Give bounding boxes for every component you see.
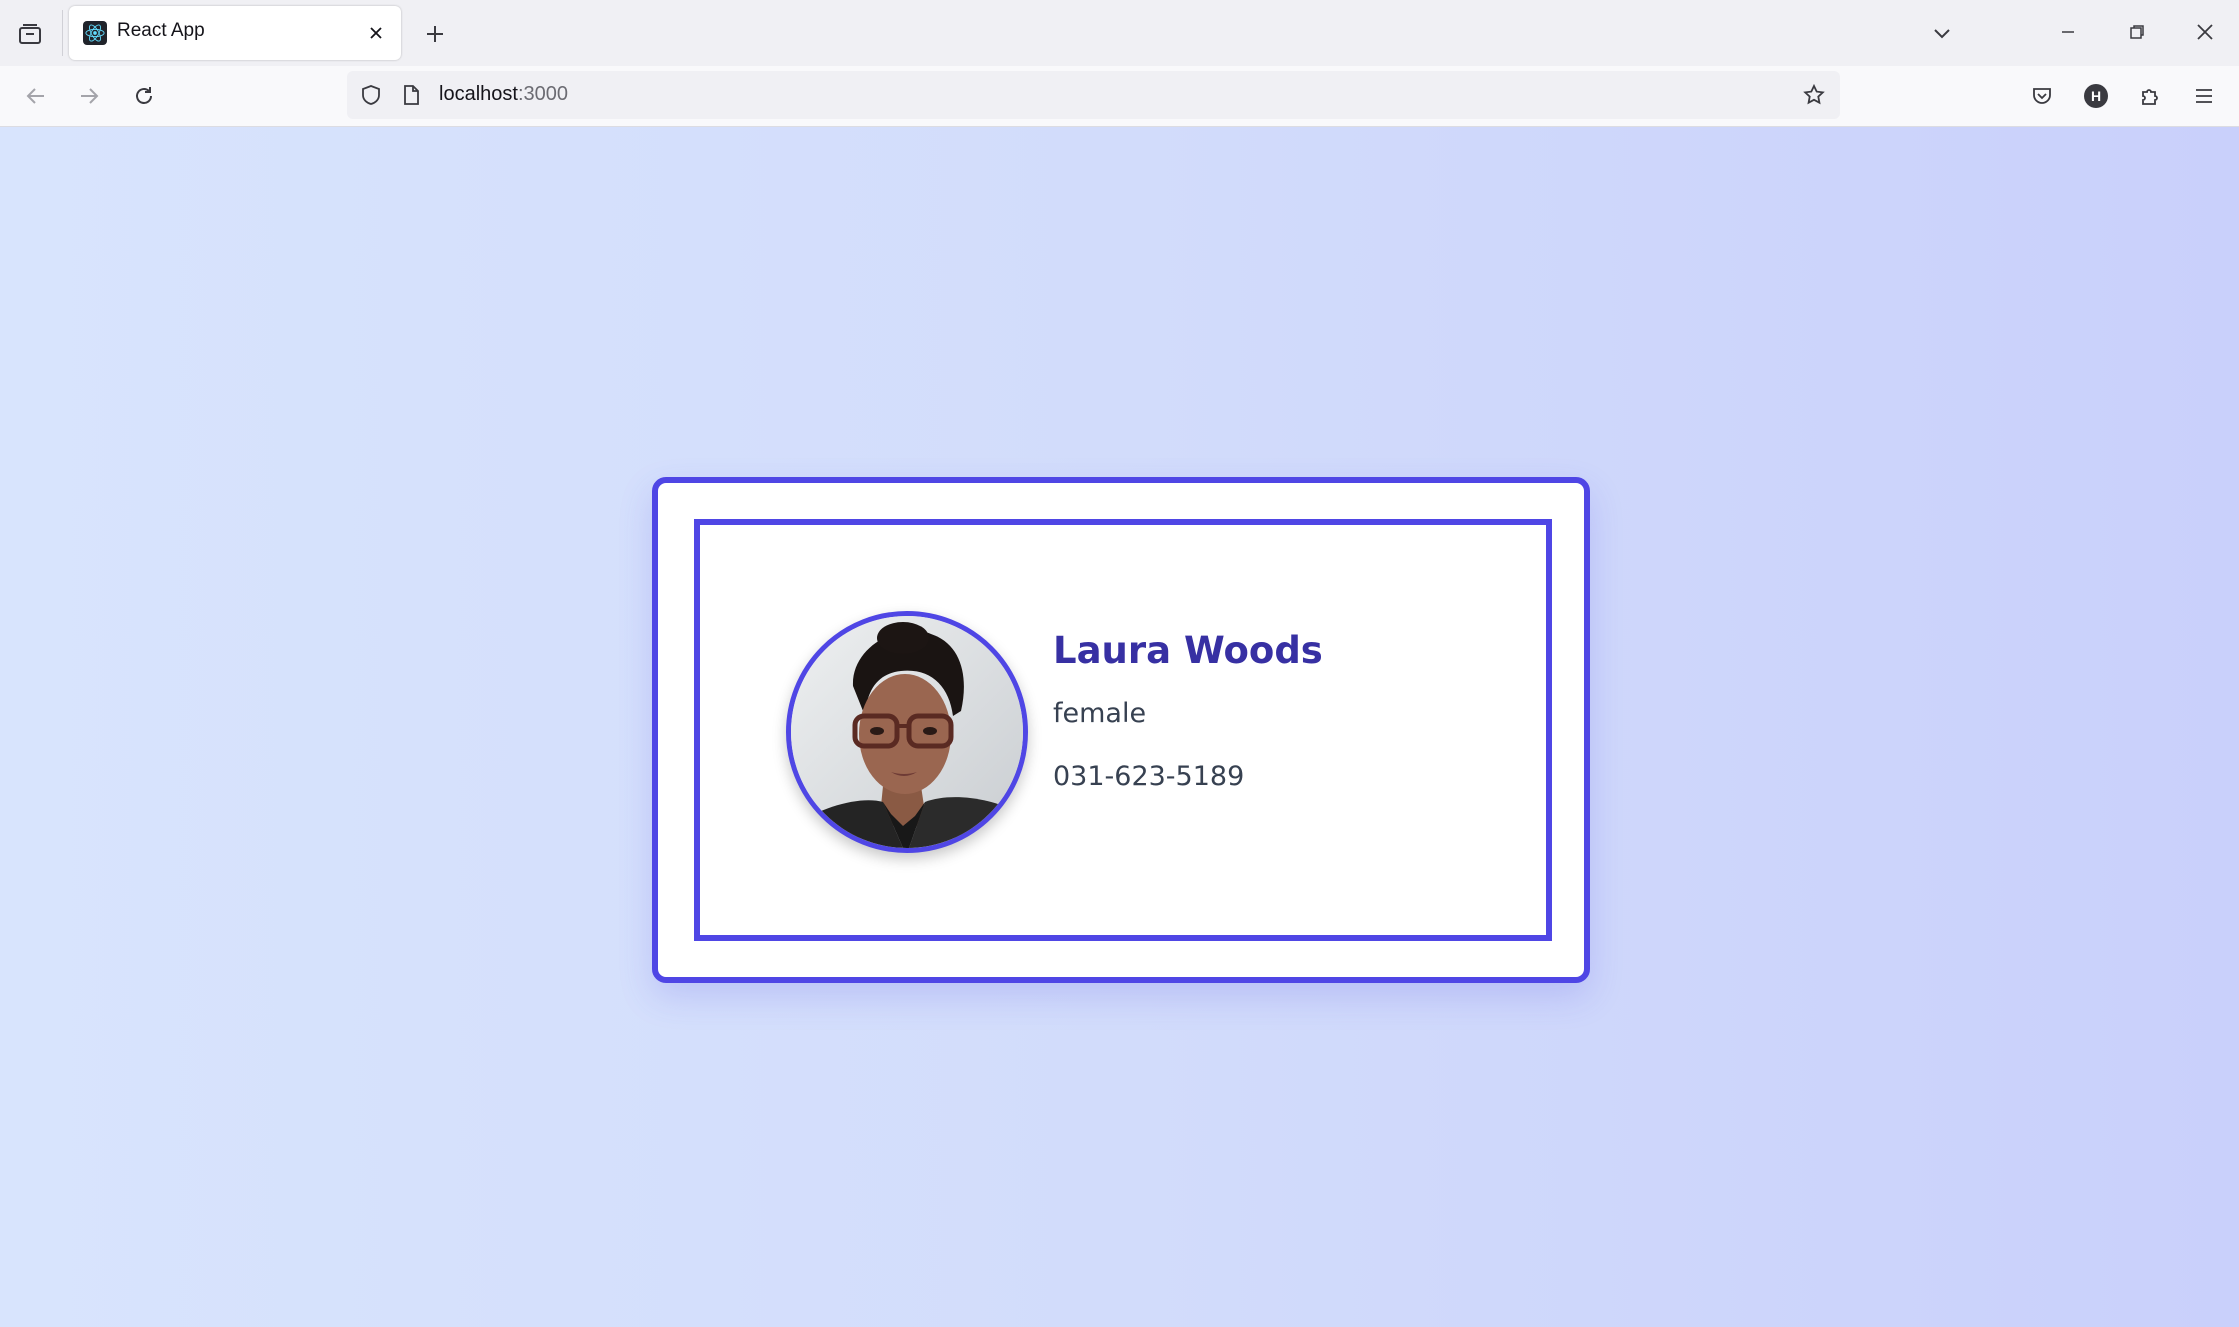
tab-react-app[interactable]: React App — [69, 6, 401, 60]
reload-icon[interactable] — [126, 78, 162, 114]
profile-phone: 031-623-5189 — [1053, 761, 1245, 792]
tab-overview-icon[interactable] — [14, 18, 46, 50]
navigation-bar: localhost:3000 H — [0, 66, 2239, 127]
page-icon[interactable] — [397, 81, 425, 109]
tab-bar: React App — [0, 0, 2239, 66]
profile-avatar[interactable]: H — [2078, 78, 2114, 114]
minimize-icon[interactable] — [2046, 12, 2090, 52]
profile-name: Laura Woods — [1053, 629, 1323, 672]
forward-arrow-icon[interactable] — [71, 78, 107, 114]
close-window-icon[interactable] — [2183, 12, 2227, 52]
address-bar[interactable]: localhost:3000 — [347, 71, 1840, 119]
url-host: localhost — [439, 83, 518, 105]
back-arrow-icon[interactable] — [18, 78, 54, 114]
browser-window: React App localhost:3000 H Laura Woods f… — [0, 0, 2239, 1327]
tab-title: React App — [117, 20, 205, 41]
profile-gender: female — [1053, 698, 1147, 729]
tab-divider — [62, 10, 63, 56]
profile-initial: H — [2084, 84, 2108, 108]
page-viewport: Laura Woods female 031-623-5189 — [0, 127, 2239, 1327]
close-icon[interactable] — [361, 18, 391, 48]
profile-info: Laura Woods female 031-623-5189 — [1053, 629, 1323, 792]
puzzle-icon[interactable] — [2132, 78, 2168, 114]
shield-icon[interactable] — [357, 81, 385, 109]
plus-icon[interactable] — [418, 17, 452, 51]
hamburger-menu-icon[interactable] — [2186, 78, 2222, 114]
restore-icon[interactable] — [2115, 12, 2159, 52]
profile-photo — [786, 611, 1028, 853]
react-logo-icon — [83, 21, 107, 45]
chevron-down-icon[interactable] — [1925, 16, 1959, 50]
pocket-icon[interactable] — [2024, 78, 2060, 114]
profile-card-inner: Laura Woods female 031-623-5189 — [694, 519, 1552, 941]
profile-card: Laura Woods female 031-623-5189 — [652, 477, 1590, 983]
url-port: :3000 — [517, 83, 568, 105]
url-text[interactable]: localhost:3000 — [439, 83, 568, 106]
star-icon[interactable] — [1800, 81, 1828, 109]
